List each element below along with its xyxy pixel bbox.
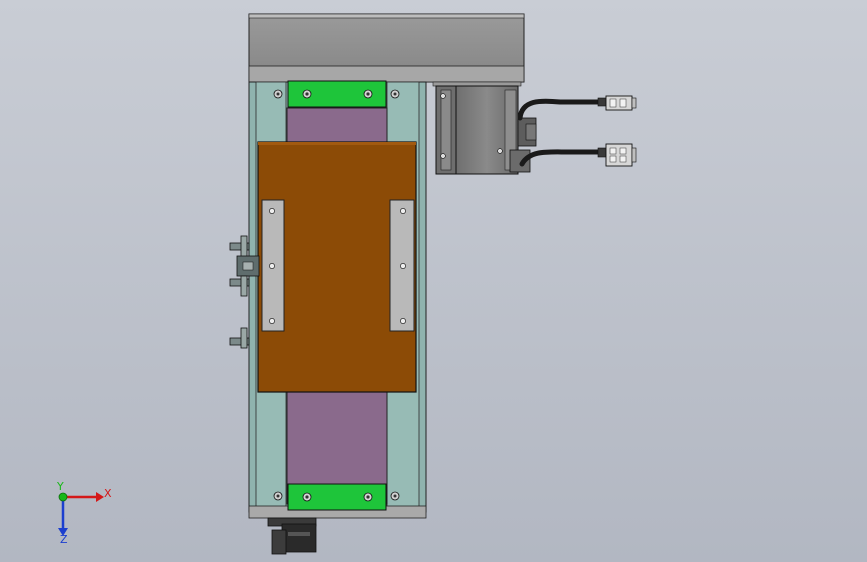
y-axis-dot: [58, 492, 68, 502]
top-housing[interactable]: [248, 13, 525, 83]
bottom-cable-connector[interactable]: [267, 517, 317, 555]
limit-sensor-home[interactable]: [236, 255, 260, 277]
carriage-bracket-right[interactable]: [389, 199, 415, 332]
x-axis-label: X: [104, 487, 112, 500]
carriage-bracket-left[interactable]: [261, 199, 285, 332]
cad-viewport[interactable]: X Y Z: [0, 0, 867, 562]
y-axis-label: Y: [56, 480, 64, 493]
end-block-bottom[interactable]: [287, 483, 387, 511]
end-block-top[interactable]: [287, 80, 387, 108]
z-axis-label: Z: [60, 533, 68, 546]
